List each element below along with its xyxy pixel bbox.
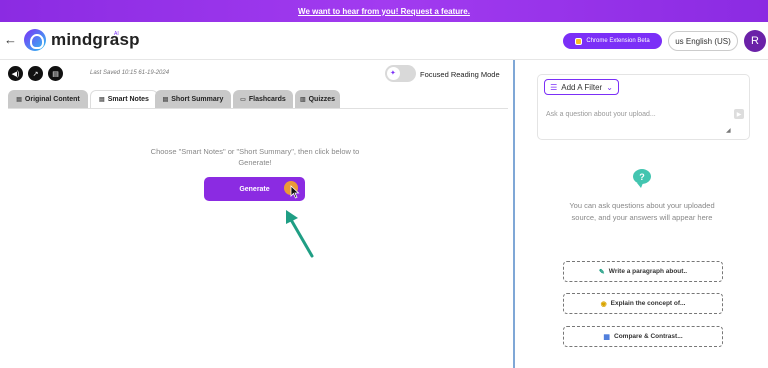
help-bubble-icon: ? [633, 169, 651, 188]
suggestion-write-paragraph[interactable]: ✎ Write a paragraph about.. [563, 261, 723, 282]
logo-ai-badge: AI [114, 31, 119, 37]
notes-icon: ▤ [99, 97, 105, 103]
language-label: us English (US) [675, 36, 731, 46]
suggestion-label: Compare & Contrast... [614, 333, 683, 340]
content-panel: ◀) ↗ ▤ Last Saved 10:15 61-19-2024 ✦ Foc… [0, 60, 512, 368]
tab-label: Short Summary [171, 95, 224, 103]
tab-quizzes[interactable]: ▥ Quizzes [295, 90, 340, 108]
logo-icon [24, 29, 46, 51]
send-icon[interactable]: ▶ [734, 109, 744, 119]
tab-divider [8, 108, 508, 109]
chart-icon: ▦ [603, 333, 610, 341]
document-icon: ▤ [16, 96, 22, 103]
tab-short-summary[interactable]: ▤ Short Summary [155, 90, 231, 108]
pencil-icon: ✎ [598, 268, 605, 276]
back-arrow-icon[interactable]: ← [4, 32, 17, 47]
avatar-letter: R [751, 35, 759, 47]
suggestion-label: Write a paragraph about.. [608, 268, 688, 275]
add-filter-button[interactable]: ☰ Add A Filter ⌄ [544, 79, 619, 95]
tab-flashcards[interactable]: ▭ Flashcards [233, 90, 293, 108]
language-selector[interactable]: us English (US) [668, 31, 738, 51]
focused-reading-label: Focused Reading Mode [420, 70, 500, 79]
filter-icon: ☰ [550, 82, 558, 92]
mouse-cursor-icon [290, 185, 300, 199]
sparkle-icon: ✦ [390, 70, 396, 77]
tab-label: Quizzes [308, 95, 336, 103]
user-avatar[interactable]: R [744, 30, 766, 52]
feedback-banner[interactable]: We want to hear from you! Request a feat… [0, 0, 768, 22]
suggestion-compare-contrast[interactable]: ▦ Compare & Contrast... [563, 326, 723, 347]
feedback-banner-link[interactable]: We want to hear from you! Request a feat… [298, 7, 470, 16]
lightbulb-icon: ◉ [600, 300, 607, 308]
generate-instruction: Choose "Smart Notes" or "Short Summary",… [150, 147, 360, 167]
suggestion-label: Explain the concept of... [610, 300, 686, 307]
chrome-extension-button[interactable]: Chrome Extension Beta [563, 33, 662, 49]
tab-label: Original Content [24, 95, 80, 103]
share-icon[interactable]: ↗ [28, 66, 43, 81]
generate-label: Generate [239, 185, 270, 193]
resize-handle-icon[interactable]: ◢ [726, 127, 731, 134]
chat-input-box: ☰ Add A Filter ⌄ Ask a question about yo… [537, 74, 750, 140]
flashcards-icon: ▭ [240, 96, 246, 103]
quiz-icon: ▥ [299, 96, 306, 103]
last-saved-text: Last Saved 10:15 61-19-2024 [90, 70, 170, 76]
question-input[interactable]: Ask a question about your upload... [546, 111, 656, 118]
speaker-icon[interactable]: ◀) [8, 66, 23, 81]
filter-label: Add A Filter [561, 82, 603, 92]
chat-panel: ☰ Add A Filter ⌄ Ask a question about yo… [515, 60, 768, 368]
tab-label: Smart Notes [107, 96, 149, 103]
suggestion-explain-concept[interactable]: ◉ Explain the concept of... [563, 293, 723, 314]
logo-text: mindgrasp [51, 30, 140, 49]
app-header: ← mindgrasp AI Chrome Extension Beta us … [0, 22, 768, 60]
tab-original-content[interactable]: ▤ Original Content [8, 90, 88, 108]
chevron-down-icon: ⌄ [606, 82, 613, 92]
chrome-extension-label: Chrome Extension Beta [586, 38, 650, 44]
tab-smart-notes[interactable]: ▤ Smart Notes [90, 90, 158, 108]
pointer-arrow-icon [286, 210, 314, 258]
print-icon[interactable]: ▤ [48, 66, 63, 81]
tab-label: Flashcards [248, 95, 286, 103]
summary-icon: ▤ [162, 96, 169, 103]
chrome-icon [575, 37, 583, 45]
chat-info-text: You can ask questions about your uploade… [569, 201, 715, 222]
